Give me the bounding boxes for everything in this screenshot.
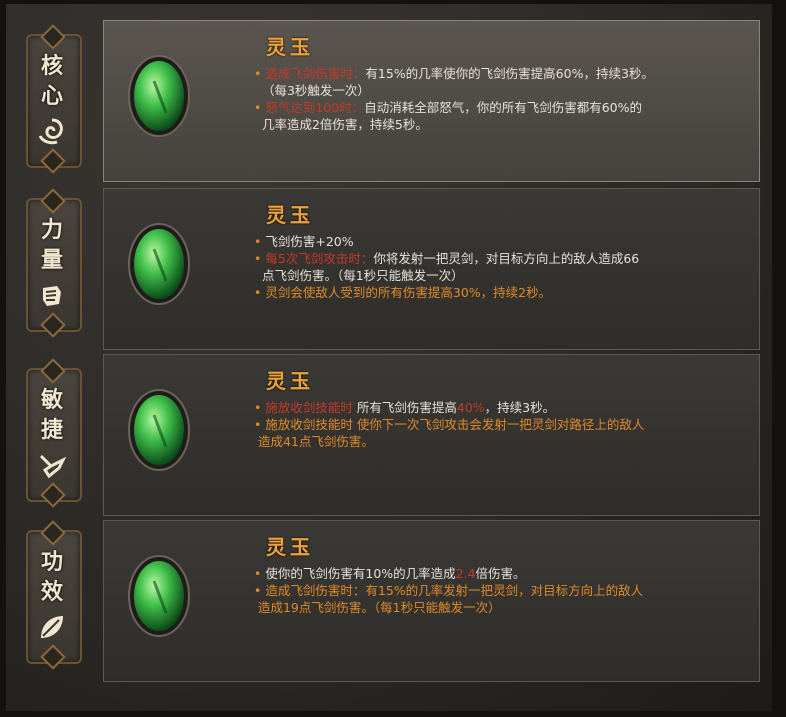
fist-icon xyxy=(43,286,61,306)
trigger-text: 造成飞剑伤害时： xyxy=(265,66,366,81)
trigger-text: 每5次飞剑攻击时： xyxy=(265,251,374,266)
jade-gem-icon xyxy=(128,223,190,305)
tab-strength-char-2: 量 xyxy=(40,248,63,273)
effect-text: 使你的飞剑伤害有10%的几率造成 xyxy=(265,566,456,581)
tab-strength-char-1: 力 xyxy=(40,218,63,243)
effect-text: 灵剑会使敌人受到的所有伤害提高30%，持续2秒。 xyxy=(265,285,552,300)
trigger-text: 怒气达到100时： xyxy=(265,100,365,115)
swirl-icon xyxy=(38,118,63,145)
effect-value: 40% xyxy=(456,400,485,415)
leaf-icon xyxy=(41,616,63,638)
jade-gem-icon xyxy=(128,55,190,137)
jade-panel-strength[interactable]: 灵玉 • 飞剑伤害+20% • 每5次飞剑攻击时：你将发射一把灵剑，对目标方向上… xyxy=(103,188,760,350)
panel-description: • 飞剑伤害+20% • 每5次飞剑攻击时：你将发射一把灵剑，对目标方向上的敌人… xyxy=(254,234,640,300)
jade-gem-icon xyxy=(128,555,190,637)
effect-text: 倍伤害。 xyxy=(475,566,526,581)
tab-agility-char-2: 捷 xyxy=(40,418,63,443)
panel-title: 灵玉 xyxy=(266,369,314,393)
jade-gem-icon xyxy=(128,389,190,471)
effect-text: 有15%的几率使你的飞剑伤害提高60%，持续3秒。 xyxy=(365,66,654,81)
jade-panel-efficacy[interactable]: 灵玉 • 使你的飞剑伤害有10%的几率造成2.4倍伤害。 • 造成飞剑伤害时：有… xyxy=(103,520,760,682)
tab-agility[interactable]: 敏 捷 xyxy=(14,358,90,508)
tab-efficacy-char-2: 效 xyxy=(40,580,63,605)
effect-text-cont: （每3秒触发一次） xyxy=(261,83,370,98)
effect-value: 2.4 xyxy=(455,566,476,581)
tab-strength[interactable]: 力 量 xyxy=(14,188,90,338)
tab-core-char-1: 核 xyxy=(40,54,63,79)
tab-core-char-2: 心 xyxy=(40,84,63,109)
panel-title: 灵玉 xyxy=(266,203,314,227)
panel-title: 灵玉 xyxy=(266,535,314,559)
jade-panel-core[interactable]: 灵玉 • 造成飞剑伤害时：有15%的几率使你的飞剑伤害提高60%，持续3秒。 （… xyxy=(103,20,760,182)
jade-panel-agility[interactable]: 灵玉 • 施放收剑技能时 所有飞剑伤害提高40%，持续3秒。 • 施放收剑技能时… xyxy=(103,354,760,516)
effect-text: 造成飞剑伤害时：有15%的几率发射一把灵剑，对目标方向上的敌人 xyxy=(265,583,644,598)
tab-core[interactable]: 核 心 xyxy=(14,24,90,174)
panel-description: • 造成飞剑伤害时：有15%的几率使你的飞剑伤害提高60%，持续3秒。 （每3秒… xyxy=(254,66,654,132)
effect-text: 所有飞剑伤害提高 xyxy=(356,400,457,415)
boot-icon xyxy=(39,454,67,479)
effect-text: 自动消耗全部怒气，你的所有飞剑伤害都有60%的 xyxy=(364,100,643,115)
effect-text: ，持续3秒。 xyxy=(484,400,556,415)
panel-description: • 施放收剑技能时 所有飞剑伤害提高40%，持续3秒。 • 施放收剑技能时 使你… xyxy=(254,400,645,449)
tab-agility-char-1: 敏 xyxy=(40,388,63,413)
panel-title: 灵玉 xyxy=(266,35,314,59)
effect-text: 你将发射一把灵剑，对目标方向上的敌人造成66 xyxy=(373,251,640,266)
talent-window: 核 心 力 量 敏 捷 功 效 灵玉 • 造成飞剑伤害时：有15%的几率使你的飞… xyxy=(0,0,786,717)
effect-text-cont: 造成41点飞剑伤害。 xyxy=(257,434,374,449)
trigger-text: 施放收剑技能时 xyxy=(265,400,353,415)
effect-text: 飞剑伤害+20% xyxy=(265,234,354,249)
effect-text-cont: 点飞剑伤害。（每1秒只能触发一次） xyxy=(261,268,464,283)
effect-text-cont: 造成19点飞剑伤害。（每1秒只能触发一次） xyxy=(257,600,501,615)
tab-efficacy-char-1: 功 xyxy=(40,550,63,575)
effect-text-cont: 几率造成2倍伤害，持续5秒。 xyxy=(261,117,428,132)
panel-description: • 使你的飞剑伤害有10%的几率造成2.4倍伤害。 • 造成飞剑伤害时：有15%… xyxy=(254,566,644,615)
effect-text: 施放收剑技能时 使你下一次飞剑攻击会发射一把灵剑对路径上的敌人 xyxy=(265,417,645,432)
tab-efficacy[interactable]: 功 效 xyxy=(14,520,90,670)
